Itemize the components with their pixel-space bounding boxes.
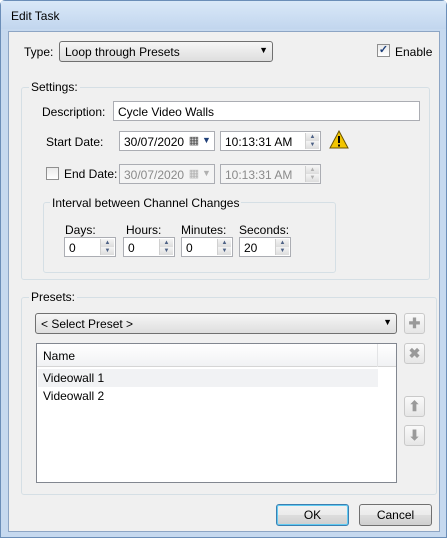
type-dropdown[interactable]: Loop through Presets ▼ <box>59 41 273 62</box>
days-input[interactable]: 0 ▲ ▼ <box>64 237 116 257</box>
start-date-value: 30/07/2020 <box>124 135 185 149</box>
hours-spinner[interactable]: ▲ ▼ <box>159 239 173 255</box>
hours-value: 0 <box>128 241 135 255</box>
hours-input[interactable]: 0 ▲ ▼ <box>123 237 175 257</box>
chevron-down-icon[interactable]: ▼ <box>202 168 211 178</box>
end-time-value: 10:13:31 AM <box>225 168 293 182</box>
seconds-label: Seconds: <box>239 223 290 237</box>
ok-button[interactable]: OK <box>276 504 349 526</box>
calendar-icon[interactable]: ▦ <box>186 167 202 181</box>
description-label: Description: <box>42 105 106 119</box>
spin-down-icon[interactable]: ▼ <box>306 174 319 182</box>
window-title: Edit Task <box>11 9 60 23</box>
minutes-spinner[interactable]: ▲ ▼ <box>217 239 231 255</box>
list-item-label: Videowall 2 <box>43 389 105 403</box>
arrow-up-icon: ⬆ <box>408 398 421 414</box>
dialog-client-area: Type: Loop through Presets ▼ ✓ Enable Se… <box>8 31 440 532</box>
move-down-button[interactable]: ⬇ <box>404 425 425 446</box>
spin-up-icon[interactable]: ▲ <box>160 239 173 247</box>
edit-task-window: Edit Task Type: Loop through Presets ▼ ✓… <box>0 0 447 538</box>
spin-down-icon[interactable]: ▼ <box>306 141 319 149</box>
seconds-spinner[interactable]: ▲ ▼ <box>275 239 289 255</box>
list-header: Name <box>37 344 396 367</box>
start-date-picker[interactable]: 30/07/2020 ▦ ▼ <box>119 131 215 151</box>
cancel-button[interactable]: Cancel <box>359 504 432 526</box>
column-separator[interactable] <box>377 344 378 367</box>
end-date-checkbox[interactable] <box>46 167 59 180</box>
preset-dropdown[interactable]: < Select Preset > ▼ <box>35 313 397 334</box>
spin-down-icon[interactable]: ▼ <box>276 247 289 255</box>
start-time-value: 10:13:31 AM <box>225 135 293 149</box>
chevron-down-icon: ▼ <box>383 317 392 327</box>
title-bar[interactable]: Edit Task <box>1 1 446 29</box>
presets-group-label: Presets: <box>29 290 78 304</box>
seconds-input[interactable]: 20 ▲ ▼ <box>239 237 291 257</box>
list-item-label: Videowall 1 <box>43 371 105 385</box>
type-label: Type: <box>24 45 54 59</box>
interval-group-label: Interval between Channel Changes <box>50 196 242 210</box>
minutes-value: 0 <box>186 241 193 255</box>
chevron-down-icon: ▼ <box>259 45 268 55</box>
end-date-picker[interactable]: 30/07/2020 ▦ ▼ <box>119 164 215 184</box>
start-time-spinner[interactable]: ▲ ▼ <box>305 133 319 149</box>
end-date-label: End Date: <box>64 167 118 181</box>
type-dropdown-value: Loop through Presets <box>65 45 180 59</box>
days-label: Days: <box>65 223 96 237</box>
description-input[interactable]: Cycle Video Walls <box>113 101 420 121</box>
move-up-button[interactable]: ⬆ <box>404 396 425 417</box>
minutes-label: Minutes: <box>181 223 227 237</box>
start-date-label: Start Date: <box>46 135 104 149</box>
column-header-name[interactable]: Name <box>43 349 75 363</box>
arrow-down-icon: ⬇ <box>408 427 421 443</box>
preset-list[interactable]: Name Videowall 1 Videowall 2 <box>36 343 397 483</box>
seconds-value: 20 <box>244 241 258 255</box>
spin-down-icon[interactable]: ▼ <box>160 247 173 255</box>
end-time-spinner[interactable]: ▲ ▼ <box>305 166 319 182</box>
minutes-input[interactable]: 0 ▲ ▼ <box>181 237 233 257</box>
warning-triangle-icon <box>329 130 349 149</box>
calendar-icon[interactable]: ▦ <box>186 134 202 148</box>
days-value: 0 <box>69 241 76 255</box>
list-item[interactable]: Videowall 2 <box>38 387 378 405</box>
spin-up-icon[interactable]: ▲ <box>276 239 289 247</box>
end-time-input[interactable]: 10:13:31 AM ▲ ▼ <box>220 164 321 184</box>
spin-up-icon[interactable]: ▲ <box>306 133 319 141</box>
enable-label: Enable <box>395 45 433 59</box>
spin-down-icon[interactable]: ▼ <box>218 247 231 255</box>
checkmark-icon: ✓ <box>378 44 389 56</box>
hours-label: Hours: <box>126 223 162 237</box>
enable-checkbox[interactable]: ✓ <box>377 44 390 57</box>
start-time-input[interactable]: 10:13:31 AM ▲ ▼ <box>220 131 321 151</box>
end-date-value: 30/07/2020 <box>124 168 185 182</box>
remove-preset-button[interactable]: ✖ <box>404 343 425 364</box>
close-icon: ✖ <box>408 345 421 361</box>
preset-dropdown-value: < Select Preset > <box>41 317 134 331</box>
plus-icon: ✚ <box>408 315 421 331</box>
add-preset-button[interactable]: ✚ <box>404 313 425 334</box>
spin-down-icon[interactable]: ▼ <box>101 247 114 255</box>
days-spinner[interactable]: ▲ ▼ <box>100 239 114 255</box>
chevron-down-icon[interactable]: ▼ <box>202 135 211 145</box>
description-value: Cycle Video Walls <box>118 105 215 119</box>
spin-up-icon[interactable]: ▲ <box>101 239 114 247</box>
list-item[interactable]: Videowall 1 <box>38 369 378 387</box>
spin-up-icon[interactable]: ▲ <box>218 239 231 247</box>
spin-up-icon[interactable]: ▲ <box>306 166 319 174</box>
settings-group-label: Settings: <box>29 80 80 94</box>
